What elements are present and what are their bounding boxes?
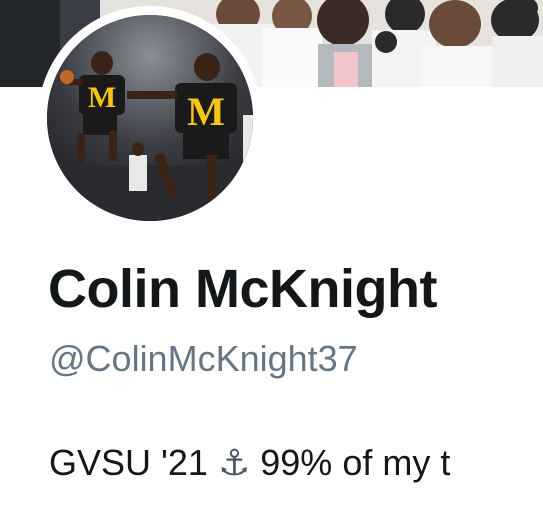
- display-name: Colin McKnight: [48, 259, 437, 319]
- bio-text-rest: 99% of my t: [260, 442, 451, 483]
- anchor-icon: ⚓: [217, 442, 251, 483]
- avatar-photo: M M: [47, 15, 253, 221]
- left-jersey-letter: M: [88, 81, 116, 114]
- avatar[interactable]: M M: [47, 15, 253, 221]
- bio-text-start: GVSU '21: [49, 442, 208, 483]
- bio: GVSU '21 ⚓ 99% of my t: [49, 442, 543, 484]
- username-handle: @ColinMcKnight37: [49, 338, 358, 379]
- right-jersey-letter: M: [187, 89, 225, 134]
